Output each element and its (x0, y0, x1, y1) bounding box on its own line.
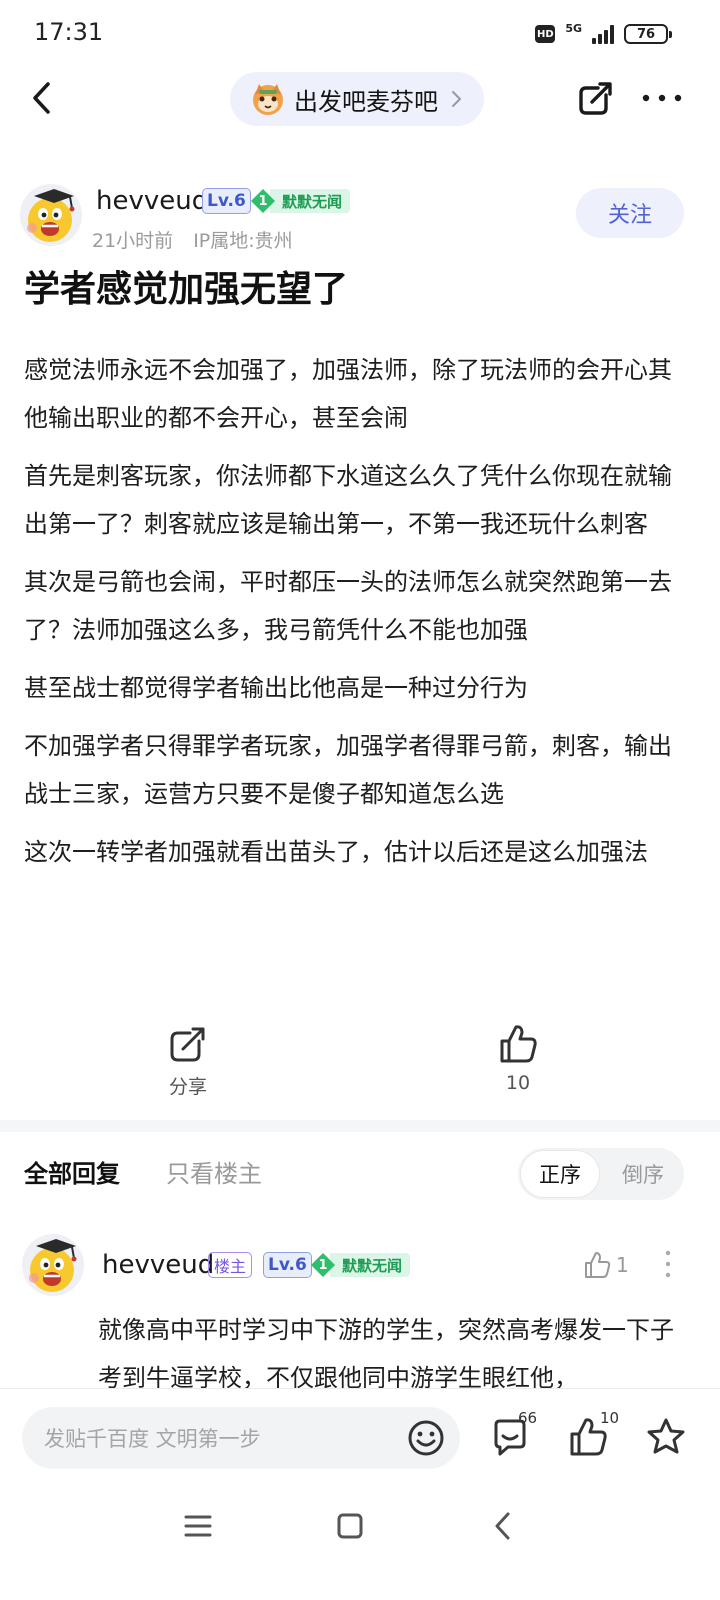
avatar[interactable] (22, 1234, 84, 1296)
host-badge: 楼主 (208, 1252, 253, 1278)
like-count: 10 (505, 1072, 531, 1094)
level-badge: Lv.6 (263, 1252, 312, 1278)
more-icon[interactable] (640, 84, 684, 112)
level-badge: Lv.6 (202, 188, 251, 214)
comment-input-placeholder: 发贴千百度 文明第一步 (44, 1427, 261, 1451)
signal-icon (592, 24, 614, 44)
honor-title: 默默无闻 (270, 189, 351, 213)
hd-icon: HD (535, 25, 556, 43)
comment-input[interactable]: 发贴千百度 文明第一步 (22, 1407, 460, 1469)
honor-badge: 1 默默无闻 (310, 1250, 411, 1280)
system-nav-bar (0, 1488, 720, 1600)
emoji-icon[interactable] (406, 1418, 446, 1458)
back-icon[interactable] (24, 78, 64, 118)
battery-level: 76 (636, 26, 656, 42)
reply-author-name[interactable]: hevveud (102, 1250, 214, 1280)
post-time: 21小时前 (92, 230, 174, 252)
bottom-like-count: 10 (600, 1409, 620, 1427)
reply-like-button[interactable]: 1 (582, 1250, 629, 1280)
honor-diamond-icon: 1 (250, 188, 276, 214)
honor-diamond-icon: 1 (310, 1252, 336, 1278)
ip-location: IP属地:贵州 (193, 230, 293, 252)
post-body: 感觉法师永远不会加强了，加强法师，除了玩法师的会开心其他输出职业的都不会开心，甚… (24, 346, 684, 886)
tab-all-replies[interactable]: 全部回复 (24, 1154, 120, 1189)
thumbs-up-icon (500, 1025, 537, 1063)
post-meta: 21小时前 IP属地:贵州 (92, 226, 293, 253)
top-nav: 出发吧麦芬吧 (0, 70, 720, 126)
post-paragraph: 其次是弓箭也会闹，平时都压一头的法师怎么就突然跑第一去了？法师加强这么多，我弓箭… (24, 568, 672, 644)
share-icon (170, 1027, 205, 1062)
network-type: 5G (565, 21, 582, 35)
sort-toggle: 正序 倒序 (518, 1148, 684, 1200)
tab-host-only[interactable]: 只看楼主 (166, 1154, 262, 1189)
forum-avatar-icon (253, 84, 283, 115)
star-icon[interactable] (644, 1415, 688, 1459)
post-actions: 分享 10 (0, 1022, 720, 1102)
status-indicators: HD 5G 76 (535, 20, 672, 48)
status-time: 17:31 (34, 18, 104, 46)
back-icon[interactable] (486, 1508, 522, 1544)
thumbs-up-icon (585, 1252, 611, 1278)
post-paragraph: 首先是刺客玩家，你法师都下水道这么久了凭什么你现在就输出第一了？刺客就应该是输出… (24, 462, 672, 538)
share-label: 分享 (168, 1076, 207, 1098)
reply-item: hevveud 楼主 Lv.6 1 默默无闻 1 就像高中平时学习中下游的学生，… (0, 1234, 720, 1394)
honor-badge: 1 默默无闻 (250, 186, 351, 216)
chevron-right-icon (452, 91, 461, 107)
honor-title: 默默无闻 (330, 1253, 411, 1277)
section-divider (0, 1120, 720, 1132)
post-paragraph: 甚至战士都觉得学者输出比他高是一种过分行为 (24, 674, 528, 702)
avatar[interactable] (20, 184, 82, 246)
follow-button[interactable]: 关注 (576, 188, 684, 238)
reply-tabs: 全部回复 只看楼主 正序 倒序 (0, 1148, 720, 1204)
status-bar: 17:31 HD 5G 76 (0, 0, 720, 70)
post-paragraph: 这次一转学者加强就看出苗头了，估计以后还是这么加强法 (24, 838, 648, 866)
post-title: 学者感觉加强无望了 (24, 269, 349, 310)
share-action[interactable]: 分享 (128, 1022, 248, 1099)
forum-name: 出发吧麦芬吧 (294, 87, 438, 116)
post-paragraph: 感觉法师永远不会加强了，加强法师，除了玩法师的会开心其他输出职业的都不会开心，甚… (24, 356, 672, 432)
forum-link[interactable]: 出发吧麦芬吧 (230, 72, 484, 126)
post-paragraph: 不加强学者只得罪学者玩家，加强学者得罪弓箭，刺客，输出战士三家，运营方只要不是傻… (24, 732, 672, 808)
sort-descending-button[interactable]: 倒序 (604, 1150, 682, 1198)
like-action[interactable]: 10 (458, 1022, 578, 1094)
menu-icon[interactable] (180, 1508, 216, 1544)
more-vertical-icon[interactable] (658, 1248, 678, 1280)
reply-like-count: 1 (616, 1253, 629, 1277)
comment-count: 66 (518, 1409, 538, 1427)
battery-icon: 76 (624, 24, 672, 44)
sort-ascending-button[interactable]: 正序 (520, 1150, 600, 1198)
share-icon[interactable] (576, 78, 616, 118)
author-name[interactable]: hevveud (96, 186, 208, 216)
bottom-comment-bar: 发贴千百度 文明第一步 66 10 (0, 1388, 720, 1488)
post-author: hevveud Lv.6 1 默默无闻 21小时前 IP属地:贵州 关注 (0, 180, 720, 260)
home-icon[interactable] (332, 1508, 368, 1544)
